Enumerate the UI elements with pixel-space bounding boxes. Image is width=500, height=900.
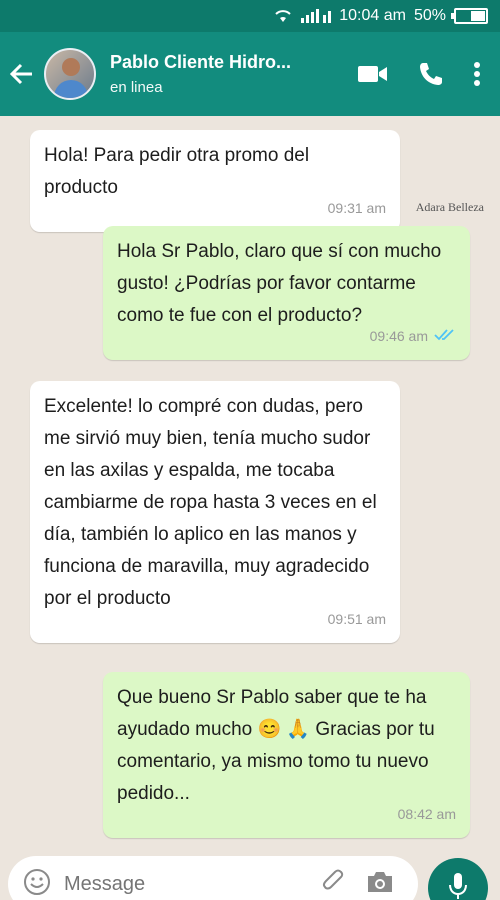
compose-box[interactable]	[8, 856, 418, 900]
signal-icon	[301, 9, 332, 23]
message-time: 09:46 am	[369, 328, 428, 344]
phone-call-icon[interactable]	[418, 61, 444, 87]
message-text: Hola Sr Pablo, claro que sí con mucho gu…	[117, 241, 442, 326]
camera-icon[interactable]	[366, 870, 394, 899]
message-time: 08:42 am	[397, 806, 456, 822]
contact-name: Pablo Cliente Hidro...	[110, 52, 292, 72]
chat-header: Pablo Cliente Hidro... en linea	[0, 32, 500, 116]
message-bubble-outgoing[interactable]: Que bueno Sr Pablo saber que te ha ayuda…	[103, 672, 470, 838]
back-arrow-icon[interactable]	[0, 63, 44, 85]
status-bar: 10:04 am 50%	[0, 0, 500, 32]
wifi-icon	[273, 9, 293, 23]
video-call-icon[interactable]	[358, 64, 388, 84]
message-bubble-incoming[interactable]: Hola! Para pedir otra promo del producto…	[30, 130, 400, 232]
read-receipt-icon	[434, 320, 456, 352]
battery-percent: 50%	[413, 7, 446, 24]
message-time: 09:51 am	[327, 611, 386, 627]
message-time: 09:31 am	[327, 200, 386, 216]
message-bubble-outgoing[interactable]: Hola Sr Pablo, claro que sí con mucho gu…	[103, 226, 470, 360]
emoji-icon[interactable]	[22, 867, 52, 900]
message-text: Excelente! lo compré con dudas, pero me …	[44, 396, 377, 609]
avatar[interactable]	[44, 48, 96, 100]
voice-record-button[interactable]	[428, 858, 488, 900]
status-time: 10:04 am	[339, 7, 406, 24]
presence-status: en linea	[110, 79, 163, 96]
microphone-icon	[447, 871, 469, 900]
contact-info[interactable]: Pablo Cliente Hidro... en linea	[110, 52, 330, 96]
message-list[interactable]: Hola! Para pedir otra promo del producto…	[0, 116, 500, 900]
message-text: Que bueno Sr Pablo saber que te ha ayuda…	[117, 687, 435, 804]
message-input[interactable]	[64, 872, 284, 896]
message-bubble-incoming[interactable]: Excelente! lo compré con dudas, pero me …	[30, 381, 400, 643]
compose-bar	[0, 852, 500, 900]
watermark-logo: Adara Belleza	[415, 200, 484, 214]
attach-icon[interactable]	[322, 869, 346, 900]
more-options-icon[interactable]	[474, 62, 480, 86]
battery-icon	[451, 8, 488, 24]
